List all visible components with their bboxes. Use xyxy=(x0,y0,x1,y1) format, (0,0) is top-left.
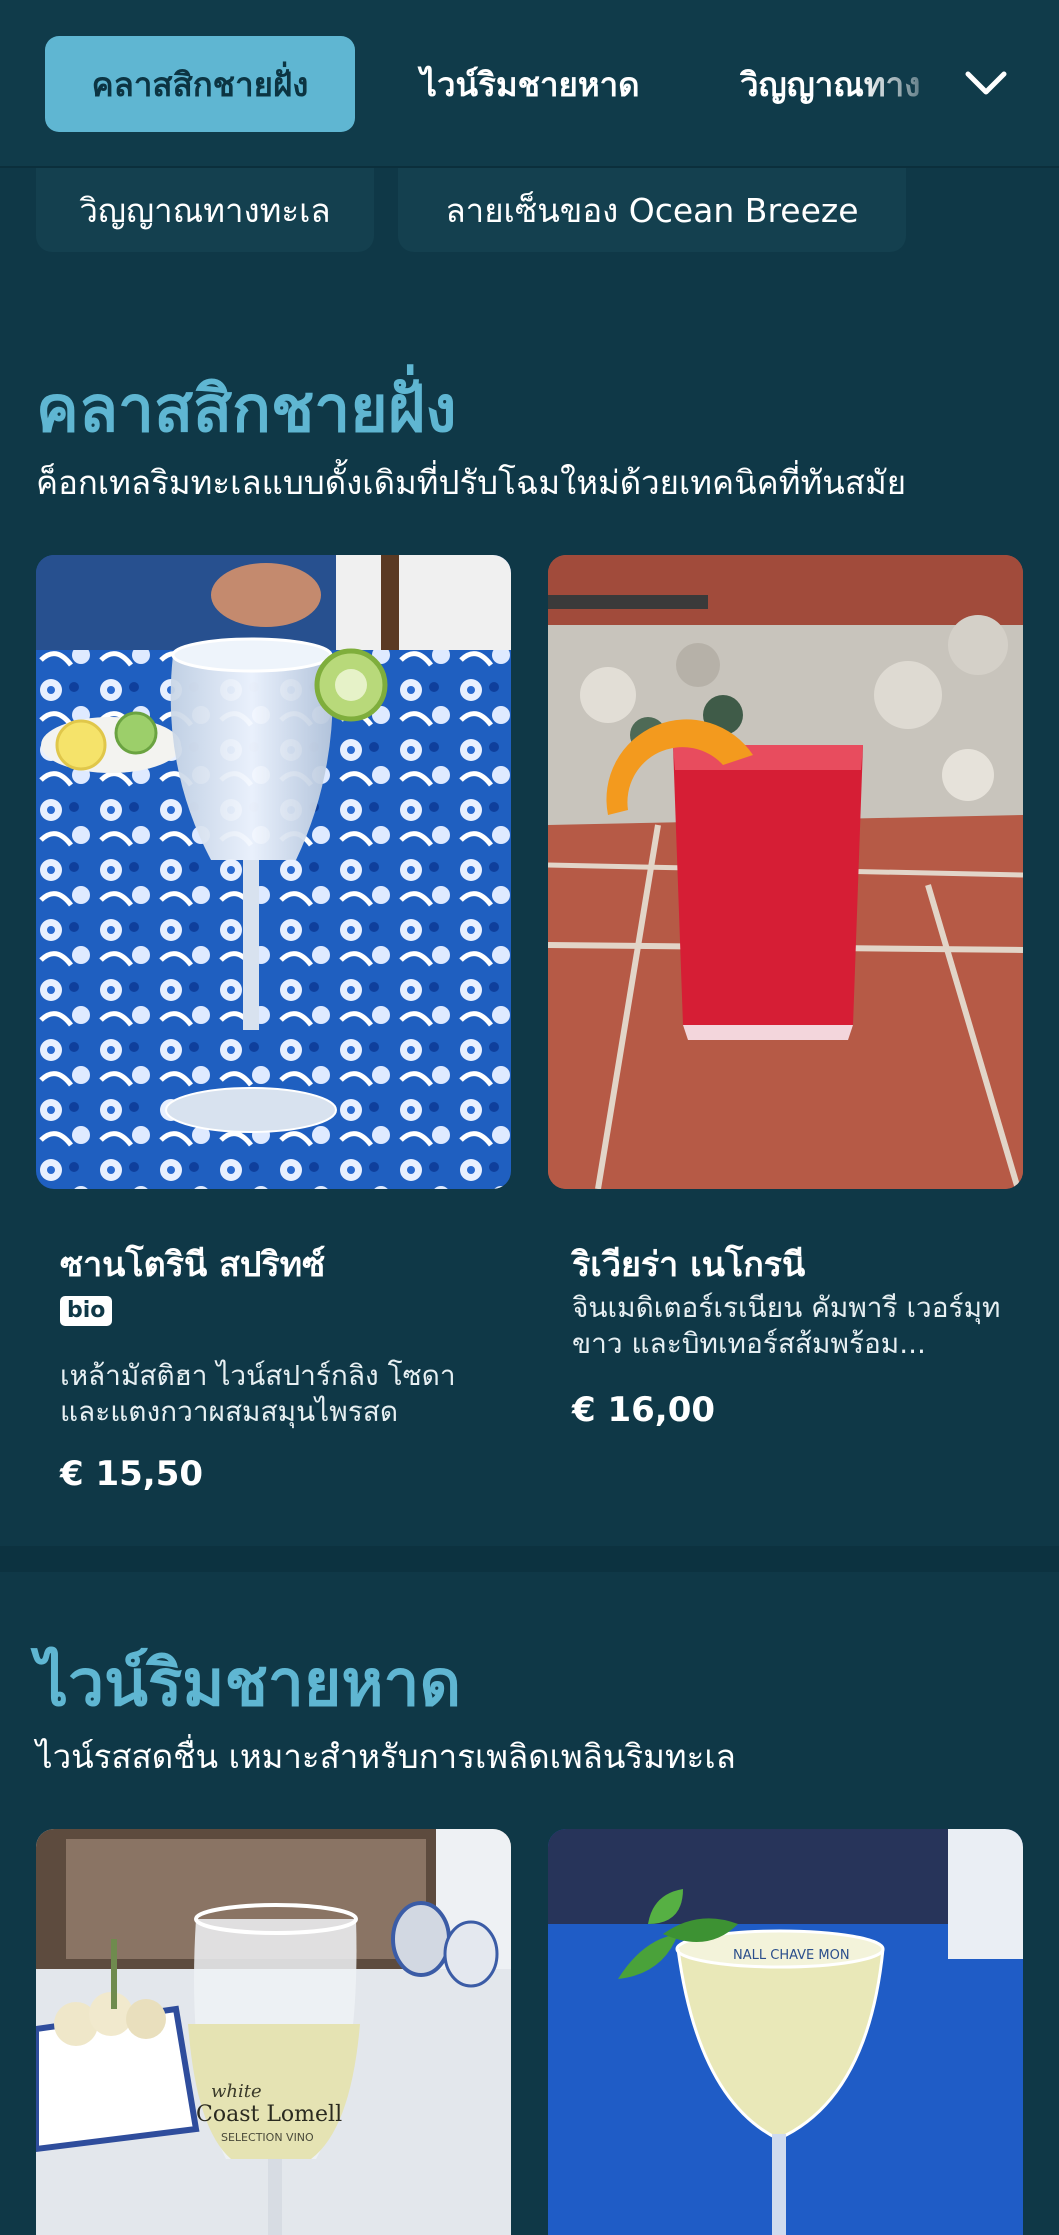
item-description: เหล้ามัสติฮา ไวน์สปาร์กลิง โซดา และแตงกว… xyxy=(60,1359,456,1428)
item-name-santorini-spritz: ซานโตรินี สปริทซ์ xyxy=(60,1245,326,1285)
riviera-negroni-photo[interactable] xyxy=(548,555,1023,1189)
tab-coastal-classics[interactable]: คลาสสิกชายฝั่ง xyxy=(45,36,355,132)
chip-ocean-breeze-signatures[interactable]: ลายเซ็นของ Ocean Breeze xyxy=(398,168,906,252)
santorini-spritz-photo[interactable] xyxy=(36,555,511,1189)
chevron-down-icon[interactable] xyxy=(960,60,1012,106)
item-price: € 15,50 xyxy=(60,1454,204,1494)
section-title-coastal-classics: คลาสสิกชายฝั่ง xyxy=(36,373,457,447)
item-name-riviera-negroni: ริเวียร่า เนโกรนี xyxy=(572,1245,806,1285)
chip-sea-spirits[interactable]: วิญญาณทางทะเล xyxy=(36,168,374,252)
mint-cocktail-photo[interactable]: NALL CHAVE MON xyxy=(548,1829,1023,2235)
item-price: € 16,00 xyxy=(572,1390,716,1430)
svg-text:NALL CHAVE MON: NALL CHAVE MON xyxy=(733,1948,850,1963)
tab-beach-wines[interactable]: ไวน์ริมชายหาด xyxy=(400,36,660,132)
svg-text:white: white xyxy=(211,2081,262,2102)
section-description: ค็อกเทลริมทะเลแบบดั้งเดิมที่ปรับโฉมใหม่ด… xyxy=(36,463,907,502)
svg-text:SELECTION VINO: SELECTION VINO xyxy=(221,2131,314,2144)
section-title-beach-wines: ไวน์ริมชายหาด xyxy=(36,1647,461,1721)
white-wine-photo[interactable]: white Coast Lomell SELECTION VINO xyxy=(36,1829,511,2235)
section-description: ไวน์รสสดชื่น เหมาะสำหรับการเพลิดเพลินริม… xyxy=(36,1737,736,1776)
bio-badge: bio xyxy=(60,1296,113,1326)
tab-sea-spirits[interactable]: วิญญาณทาง xyxy=(740,36,940,132)
category-nav: คลาสสิกชายฝั่ง ไวน์ริมชายหาด วิญญาณทาง xyxy=(0,0,1059,168)
section-divider xyxy=(0,1546,1059,1572)
item-description: จินเมดิเตอร์เรเนียน คัมพารี เวอร์มุทขาว … xyxy=(572,1291,1001,1360)
svg-text:Coast Lomell: Coast Lomell xyxy=(196,2102,342,2127)
